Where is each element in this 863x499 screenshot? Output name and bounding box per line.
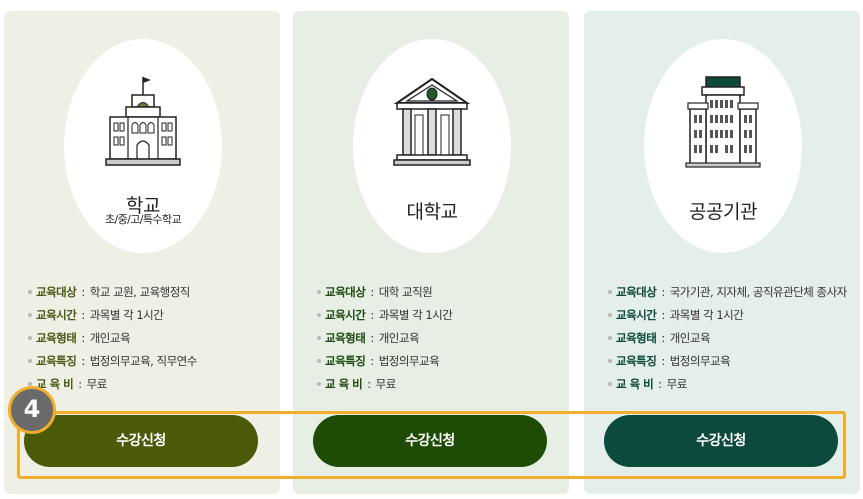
info-row-format: 교육형태: 개인교육 <box>317 327 567 350</box>
card-icon-oval: 학교 초/중/고/특수학교 <box>64 39 222 253</box>
card-icon-oval: 대학교 <box>353 39 511 253</box>
info-row-fee: 교 육 비: 무료 <box>317 373 567 396</box>
card-info-list: 교육대상: 대학 교직원 교육시간: 과목별 각 1시간 교육형태: 개인교육 교육특… <box>317 281 567 396</box>
info-row-format: 교육형태: 개인교육 <box>608 327 858 350</box>
info-row-feature: 교육특징: 법정의무교육 <box>317 350 567 373</box>
info-row-target: 교육대상: 학교 교원, 교육행정직 <box>28 281 278 304</box>
enroll-button-public-institution[interactable]: 수강신청 <box>604 415 838 467</box>
card-title: 대학교 <box>406 201 458 223</box>
step-number-badge: 4 <box>8 386 56 434</box>
info-row-time: 교육시간: 과목별 각 1시간 <box>317 304 567 327</box>
info-row-target: 교육대상: 대학 교직원 <box>317 281 567 304</box>
info-row-time: 교육시간: 과목별 각 1시간 <box>28 304 278 327</box>
info-row-time: 교육시간: 과목별 각 1시간 <box>608 304 858 327</box>
enroll-button-university[interactable]: 수강신청 <box>313 415 547 467</box>
public-office-building-icon <box>685 76 761 168</box>
info-row-feature: 교육특징: 법정의무교육, 직무연수 <box>28 350 278 373</box>
info-row-fee: 교 육 비: 무료 <box>608 373 858 396</box>
card-info-list: 교육대상: 학교 교원, 교육행정직 교육시간: 과목별 각 1시간 교육형태: 개인… <box>28 281 278 396</box>
info-row-format: 교육형태: 개인교육 <box>28 327 278 350</box>
card-subtitle: 초/중/고/특수학교 <box>105 213 182 226</box>
info-row-target: 교육대상: 국가기관, 지자체, 공직유관단체 종사자 <box>608 281 858 304</box>
enroll-button-school[interactable]: 수강신청 <box>24 415 258 467</box>
card-info-list: 교육대상: 국가기관, 지자체, 공직유관단체 종사자 교육시간: 과목별 각 1시… <box>608 281 858 396</box>
university-building-icon <box>393 77 471 166</box>
card-icon-oval: 공공기관 <box>644 39 802 253</box>
school-building-icon <box>105 77 181 166</box>
card-title: 공공기관 <box>689 201 757 223</box>
card-public-institution: 공공기관 교육대상: 국가기관, 지자체, 공직유관단체 종사자 교육시간: 과목별… <box>584 11 860 494</box>
card-university: 대학교 교육대상: 대학 교직원 교육시간: 과목별 각 1시간 교육형태: 개인교육… <box>293 11 569 494</box>
info-row-feature: 교육특징: 법정의무교육 <box>608 350 858 373</box>
info-row-fee: 교 육 비: 무료 <box>28 373 278 396</box>
